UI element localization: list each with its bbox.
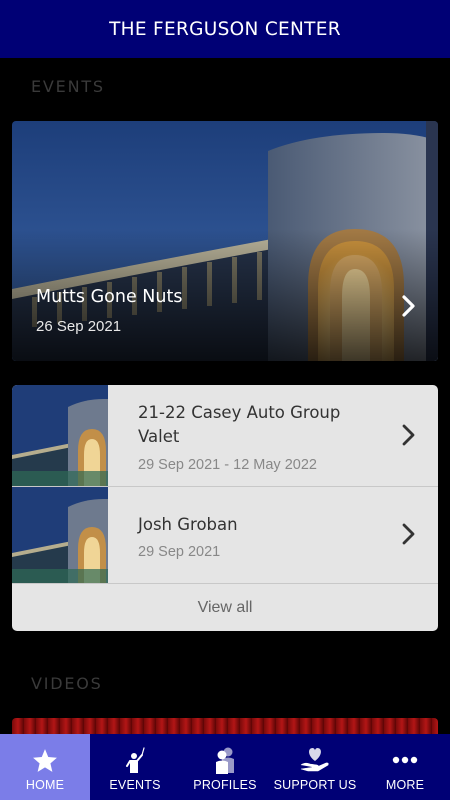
tab-home[interactable]: HOME xyxy=(0,734,90,800)
heart-hand-icon xyxy=(300,748,329,772)
event-title: 21-22 Casey Auto Group Valet xyxy=(138,403,341,446)
chevron-right-icon xyxy=(402,523,415,545)
event-list: 21-22 Casey Auto Group Valet 29 Sep 2021… xyxy=(12,385,438,631)
app-header: THE FERGUSON CENTER xyxy=(0,0,450,58)
page-title: THE FERGUSON CENTER xyxy=(109,18,341,40)
tab-more[interactable]: MORE xyxy=(360,734,450,800)
star-icon xyxy=(33,748,57,772)
list-item[interactable]: 21-22 Casey Auto Group Valet 29 Sep 2021… xyxy=(12,385,438,486)
dots-icon xyxy=(392,756,418,764)
tab-label: SUPPORT US xyxy=(273,778,357,792)
event-date: 29 Sep 2021 - 12 May 2022 xyxy=(138,457,317,473)
tab-events[interactable]: EVENTS xyxy=(90,734,180,800)
tab-label: PROFILES xyxy=(193,778,257,792)
featured-event-title: Mutts Gone Nuts xyxy=(36,287,183,307)
featured-event-card[interactable]: Mutts Gone Nuts 26 Sep 2021 xyxy=(12,121,438,361)
tab-profiles[interactable]: PROFILES xyxy=(180,734,270,800)
events-section-title: EVENTS xyxy=(31,77,105,96)
event-title: Josh Groban xyxy=(138,515,238,534)
chevron-right-icon xyxy=(402,295,415,317)
event-date: 29 Sep 2021 xyxy=(138,544,221,560)
conductor-icon xyxy=(126,747,145,773)
tab-label: EVENTS xyxy=(109,778,161,792)
list-item[interactable]: Josh Groban 29 Sep 2021 xyxy=(12,487,438,583)
tab-label: MORE xyxy=(385,778,425,792)
people-icon xyxy=(216,747,234,774)
chevron-right-icon xyxy=(402,424,415,446)
bottom-tab-bar: HOME EVENTS PROFILES SUPPORT US MORE xyxy=(0,734,450,800)
view-all-link[interactable]: View all xyxy=(12,584,438,631)
event-thumbnail xyxy=(12,487,108,583)
tab-support-us[interactable]: SUPPORT US xyxy=(270,734,360,800)
videos-section-title: VIDEOS xyxy=(31,674,103,693)
featured-event-date: 26 Sep 2021 xyxy=(36,318,122,335)
tab-label: HOME xyxy=(25,778,65,792)
event-thumbnail xyxy=(12,385,108,486)
